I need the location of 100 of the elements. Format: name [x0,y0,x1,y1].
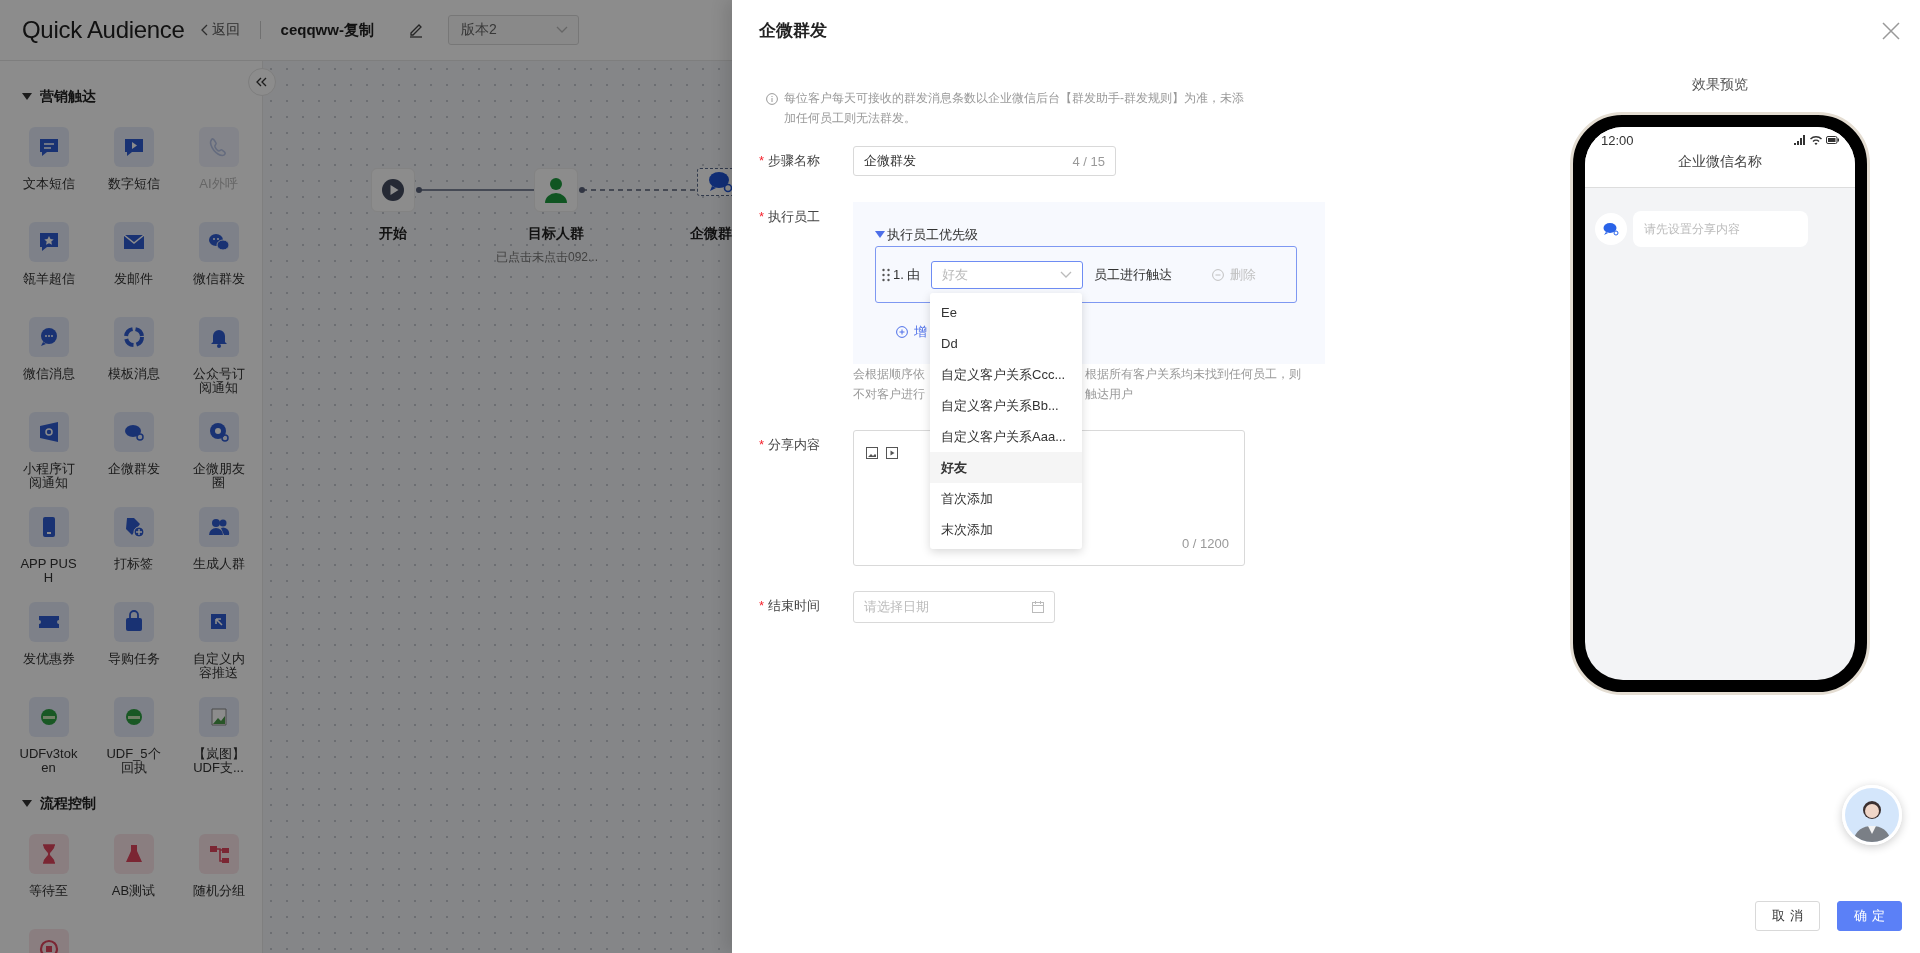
notice-text: 每位客户每天可接收的群发消息条数以企业微信后台【群发助手-群发规则】为准，未添加任何员工则无法群发。 [784,90,1245,127]
arrow-box-icon [198,602,239,642]
field-label: 分享内容 [768,436,821,454]
dropdown-option[interactable]: 自定义客户关系Ccc... [930,359,1082,390]
play-icon [381,178,405,202]
node-palette-item[interactable]: 生成人群 [188,507,249,571]
node-palette-item[interactable]: 随机分组 [188,834,249,898]
drag-handle-icon[interactable] [882,267,890,282]
edit-icon[interactable] [407,22,424,38]
chat-title: 企业微信名称 [1585,153,1855,188]
add-priority-button[interactable]: 增 [896,323,927,341]
drawer-title: 企微群发 [759,20,827,42]
field-label: 步骤名称 [768,152,821,170]
plus-circle-icon [896,326,908,338]
status-time: 12:00 [1601,132,1634,148]
node-palette-item[interactable]: 微信消息 [18,317,79,381]
step-name-field[interactable]: 企微群发 4 / 15 [853,146,1116,176]
field-label: 执行员工 [768,208,821,226]
cancel-button[interactable]: 取消 [1755,901,1820,931]
minus-circle-icon [1212,268,1224,281]
image-icon[interactable] [866,447,878,459]
confirm-button[interactable]: 确定 [1837,901,1902,931]
node-palette-item[interactable]: 小程序订阅通知 [18,412,79,490]
phone-icon [198,127,239,167]
dropdown-option[interactable]: Ee [930,297,1082,328]
help-text: 会根据顺序依 [853,366,926,383]
dropdown-option[interactable]: Dd [930,328,1082,359]
dropdown-option[interactable]: 好友 [930,452,1082,483]
chat-bubble-icon [28,317,69,357]
node-palette-item[interactable]: 瓴羊超信 [18,222,79,286]
aperture-icon [198,412,239,452]
node-palette-item[interactable]: 公众号订阅通知 [188,317,249,395]
dropdown-option[interactable]: 自定义客户关系Aaa... [930,421,1082,452]
node-palette-item[interactable]: 【岚图】UDF支... [188,697,249,775]
chevron-left-icon [200,24,208,36]
swirl-icon [113,317,154,357]
chat-gear-icon [113,412,154,452]
node-palette-item[interactable]: UDFv3token [18,697,79,775]
dropdown-option[interactable]: 末次添加 [930,514,1082,545]
people-icon [198,507,239,547]
person-icon [544,177,568,203]
mobile-icon [28,507,69,547]
message-bubble: 请先设置分享内容 [1633,211,1808,247]
caret-down-icon[interactable] [22,800,32,808]
node-palette-item[interactable]: 模板消息 [103,317,164,381]
chevron-down-icon [555,26,568,34]
field-label: 结束时间 [768,597,821,615]
message-icon [28,127,69,167]
node-palette-item[interactable]: 等待至 [18,834,79,898]
close-icon [1882,21,1900,40]
node-palette-item[interactable]: 企微群发 [103,412,164,476]
required-mark: * [759,208,765,226]
preview-title: 效果预览 [1692,76,1748,94]
node-palette-item[interactable]: 打标签 [103,507,164,571]
star-message-icon [28,222,69,262]
node-subtitle: 已点击未点击092... [496,249,599,266]
node-palette-item[interactable]: 企微朋友圈 [188,412,249,490]
chat-bubbles-icon [198,222,239,262]
node-label: 企微群 [690,225,732,243]
assistant-avatar[interactable] [1842,785,1902,845]
back-link[interactable]: 返回 [200,21,240,39]
required-mark: * [759,436,765,454]
flow-node[interactable] [534,168,578,212]
chat-bubble-icon [708,170,734,194]
node-palette-item[interactable]: AB测试 [103,834,164,898]
char-counter: 0 / 1200 [1182,536,1229,551]
node-palette-item[interactable]: 导购任务 [103,602,164,666]
branch-icon [198,834,239,874]
video-icon[interactable] [886,447,898,459]
round-logo-icon [113,697,154,737]
node-palette-item[interactable]: 发优惠券 [18,602,79,666]
round-logo-icon [28,697,69,737]
broken-image-icon [198,697,239,737]
rule-text: 员工进行触达 [1094,265,1173,284]
node-label: 开始 [379,225,407,243]
caret-down-icon[interactable] [22,93,32,101]
close-button[interactable] [1882,21,1900,40]
calendar-icon [1032,601,1044,613]
node-palette-item[interactable]: 文本短信 [18,127,79,191]
flow-node[interactable] [371,168,415,212]
dropdown-option[interactable]: 自定义客户关系Bb... [930,390,1082,421]
node-palette-item[interactable]: 发邮件 [103,222,164,286]
node-palette-item[interactable]: 自定义内容推送 [188,602,249,680]
info-icon [766,93,778,105]
node-palette-item[interactable]: UDF_5个回执 [103,697,164,775]
video-message-icon [113,127,154,167]
node-label: 目标人群 [528,225,584,243]
mini-program-icon [28,412,69,452]
section-title: 营销触达 [40,88,96,106]
caret-down-icon[interactable] [875,231,885,239]
mail-icon [113,222,154,262]
dropdown-option[interactable]: 首次添加 [930,483,1082,514]
node-palette-item[interactable]: 微信群发 [188,222,249,286]
wifi-icon [1810,135,1822,145]
signal-icon [1794,135,1806,145]
node-palette-item[interactable]: APP PUSH [18,507,79,585]
help-text: 根据所有客户关系均未找到任何员工，则 [1085,366,1302,383]
required-mark: * [759,152,765,170]
node-palette-item[interactable]: 数字短信 [103,127,164,191]
chevron-down-icon [1060,270,1072,279]
